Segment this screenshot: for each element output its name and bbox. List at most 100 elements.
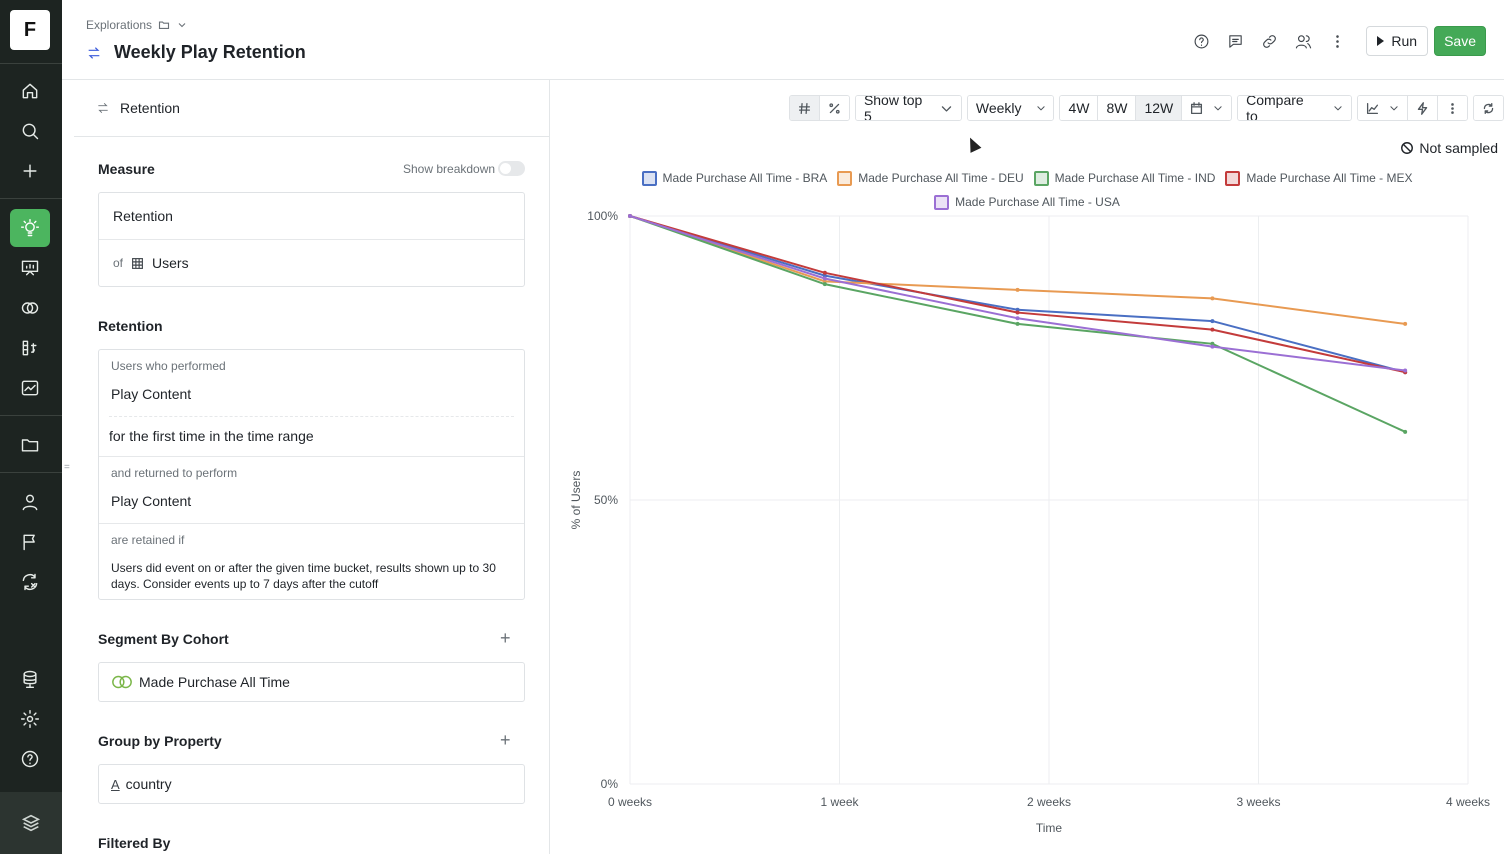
data-point [1015, 321, 1020, 326]
panel-head-label: Retention [120, 100, 180, 116]
add-segment-button[interactable]: + [500, 628, 511, 649]
data-point [822, 282, 827, 287]
link-icon[interactable] [1258, 30, 1280, 52]
data-point [822, 270, 827, 275]
stack-icon[interactable] [0, 792, 62, 854]
breadcrumb[interactable]: Explorations [86, 18, 188, 32]
home-icon[interactable] [10, 72, 50, 110]
gear-icon[interactable] [10, 700, 50, 738]
app-logo[interactable]: F [10, 10, 50, 50]
user-icon[interactable] [10, 483, 50, 521]
search-icon[interactable] [10, 112, 50, 150]
database-icon[interactable] [10, 660, 50, 698]
play-icon [1377, 36, 1385, 46]
more-vertical-icon[interactable] [1326, 30, 1348, 52]
comment-icon[interactable] [1224, 30, 1246, 52]
show-breakdown-label: Show breakdown [403, 162, 496, 176]
returned-section[interactable]: and returned to perform Play Content [99, 456, 524, 523]
returned-label: and returned to perform [111, 466, 238, 480]
of-label: of [113, 256, 124, 270]
help-icon[interactable] [10, 740, 50, 778]
y-tick-label: 50% [594, 493, 618, 507]
chevron-down-icon [178, 23, 186, 28]
page-title[interactable]: Weekly Play Retention [114, 42, 306, 63]
y-axis-label: % of Users [569, 471, 583, 530]
segment-card[interactable]: Made Purchase All Time [98, 662, 525, 702]
group-card[interactable]: A country [98, 764, 525, 804]
cohort-icon[interactable] [10, 289, 50, 327]
filter-title: Filtered By [98, 835, 171, 851]
presentation-icon[interactable] [10, 249, 50, 287]
table-icon [132, 257, 143, 269]
measure-entity[interactable]: of Users [99, 240, 524, 286]
rail-divider [0, 415, 62, 416]
segment-title: Segment By Cohort [98, 631, 229, 647]
measure-metric[interactable]: Retention [99, 193, 524, 240]
query-panel: Retention Measure Show breakdown Retenti… [74, 80, 550, 854]
panel-header[interactable]: Retention [74, 80, 549, 137]
x-axis-label: Time [1036, 821, 1063, 835]
retention-chart: 0 weeks 1 week 2 weeks 3 weeks 4 weeks 0% 50% 1… [569, 209, 1490, 835]
experiment-icon[interactable] [10, 563, 50, 601]
help-icon[interactable] [1190, 30, 1212, 52]
breadcrumb-label[interactable]: Explorations [86, 18, 152, 32]
chart-icon[interactable] [10, 369, 50, 407]
retained-section[interactable]: are retained if Users did event on or af… [99, 523, 524, 599]
header-actions: Run Save [1190, 26, 1486, 56]
measure-card: Retention of Users [98, 192, 525, 287]
series-line [629, 215, 1406, 374]
rail-divider [0, 198, 62, 199]
data-point [1403, 368, 1408, 373]
run-label: Run [1391, 33, 1418, 49]
title-row: Weekly Play Retention [86, 42, 306, 63]
segment-cohort[interactable]: Made Purchase All Time [99, 663, 524, 701]
data-point [1210, 319, 1215, 324]
data-point [1210, 327, 1215, 332]
save-button[interactable]: Save [1434, 26, 1486, 56]
returned-event[interactable]: Play Content [111, 493, 512, 509]
performed-section[interactable]: Users who performed Play Content for the… [99, 350, 524, 456]
group-property[interactable]: A country [99, 765, 524, 803]
text-type-icon: A [111, 776, 120, 792]
rail-divider [0, 63, 62, 64]
resize-handle[interactable]: = [64, 462, 70, 473]
cohort-label: Made Purchase All Time [139, 674, 290, 690]
y-tick-label: 0% [601, 777, 619, 791]
x-tick-label: 1 week [820, 795, 859, 809]
plus-icon[interactable] [10, 152, 50, 190]
property-label: country [125, 776, 172, 792]
measure-title: Measure [98, 161, 155, 177]
left-rail: F [0, 0, 62, 854]
page-header: Explorations Weekly Play Retention Run S… [62, 0, 1504, 80]
performed-event[interactable]: Play Content [111, 386, 512, 402]
folder-icon[interactable] [10, 426, 50, 464]
y-tick-label: 100% [587, 209, 618, 223]
data-point [1015, 287, 1020, 292]
x-tick-label: 2 weeks [1027, 795, 1071, 809]
data-point [1210, 296, 1215, 301]
x-tick-label: 4 weeks [1446, 795, 1490, 809]
flag-icon[interactable] [10, 523, 50, 561]
formula-icon[interactable] [10, 329, 50, 367]
share-users-icon[interactable] [1292, 30, 1314, 52]
retention-title: Retention [98, 318, 163, 334]
metric-label: Retention [113, 208, 173, 224]
data-point [1015, 310, 1020, 315]
swap-icon [88, 46, 100, 59]
x-tick-label: 3 weeks [1236, 795, 1280, 809]
run-button[interactable]: Run [1366, 26, 1429, 56]
x-tick-label: 0 weeks [608, 795, 652, 809]
show-breakdown-toggle[interactable] [498, 161, 525, 176]
group-title: Group by Property [98, 733, 222, 749]
lightbulb-icon[interactable] [10, 209, 50, 247]
data-point [822, 276, 827, 281]
add-group-button[interactable]: + [500, 730, 511, 751]
retention-card: Users who performed Play Content for the… [98, 349, 525, 600]
rail-divider [0, 472, 62, 473]
data-point [1403, 429, 1408, 434]
data-point [628, 214, 632, 218]
data-point [1403, 321, 1408, 326]
retained-description: Users did event on or after the given ti… [111, 561, 496, 591]
performed-label: Users who performed [111, 359, 226, 373]
first-time-condition[interactable]: for the first time in the time range [109, 428, 314, 444]
